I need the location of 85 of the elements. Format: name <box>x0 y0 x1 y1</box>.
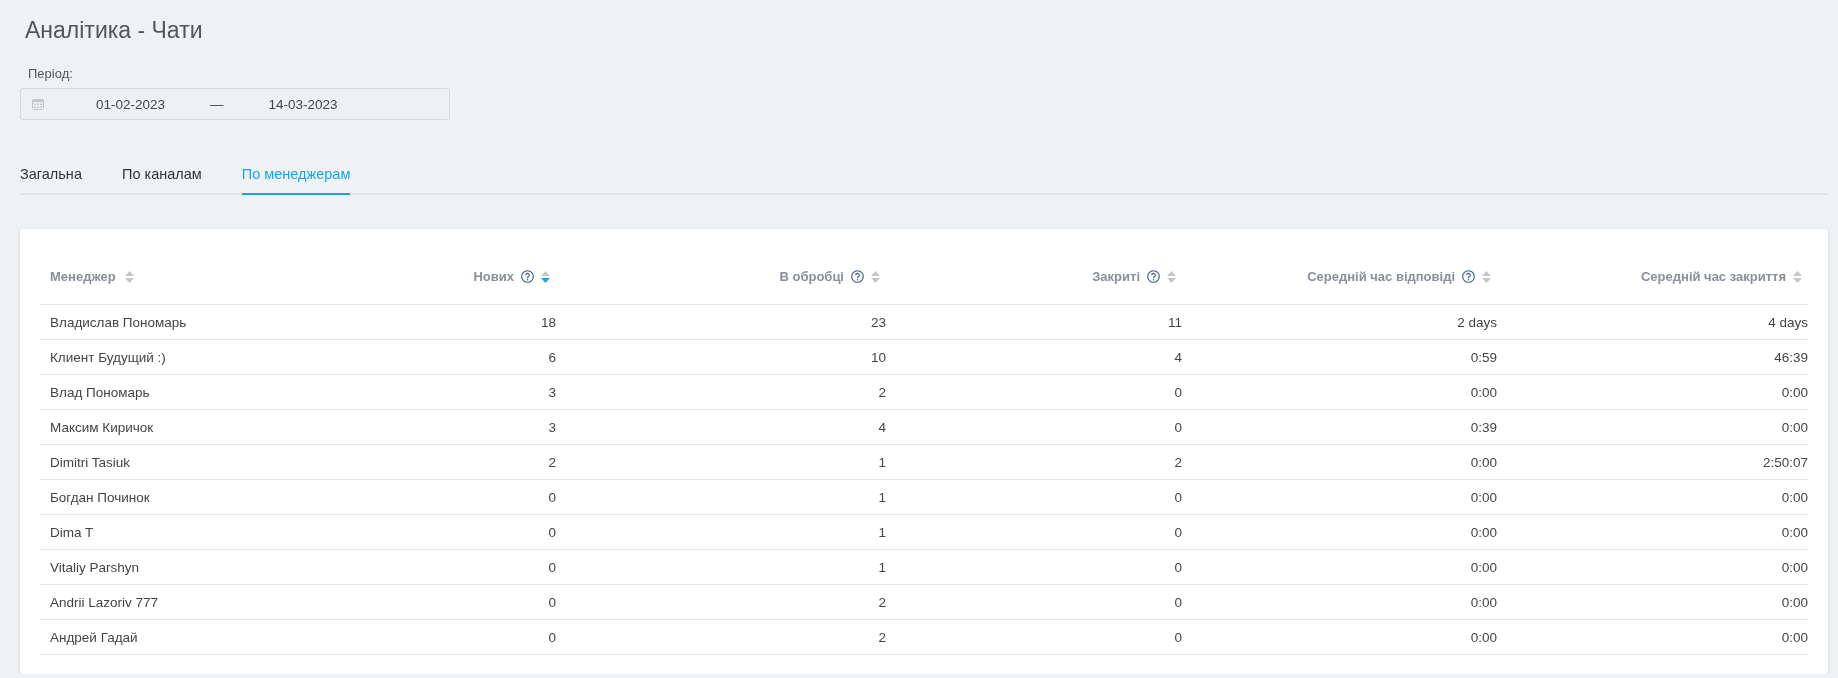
help-icon[interactable] <box>1147 270 1160 283</box>
sort-icon[interactable] <box>871 270 880 283</box>
table-cell: 0:00 <box>1497 550 1808 585</box>
table-cell: 0:00 <box>1497 375 1808 410</box>
column-header: В обробці <box>779 269 844 284</box>
table-cell: 0:39 <box>1182 410 1497 445</box>
table-cell: 0 <box>886 515 1182 550</box>
manager-name-cell: Vitaliy Parshyn <box>40 550 300 585</box>
table-cell: 3 <box>300 410 556 445</box>
table-cell: 0 <box>886 480 1182 515</box>
table-cell: 1 <box>556 480 886 515</box>
period-label: Період: <box>28 66 73 82</box>
table-cell: 0 <box>300 620 556 655</box>
tab[interactable]: По каналам <box>121 166 202 195</box>
manager-name-cell: Максим Киричок <box>40 410 300 445</box>
table-cell: 0:00 <box>1497 410 1808 445</box>
table-cell: 1 <box>556 515 886 550</box>
table-cell: 0 <box>300 515 556 550</box>
table-cell: 2 <box>556 585 886 620</box>
table-cell: 2 <box>300 445 556 480</box>
table-cell: 11 <box>886 305 1182 340</box>
table-cell: 3 <box>300 375 556 410</box>
sort-icon[interactable] <box>1482 270 1491 283</box>
page-title: Аналітика - Чати <box>25 16 204 44</box>
table-cell: 0 <box>886 585 1182 620</box>
table-cell: 10 <box>556 340 886 375</box>
sort-icon[interactable] <box>1167 270 1176 283</box>
manager-name-cell: Клиент Будущий :) <box>40 340 300 375</box>
table-cell: 0 <box>886 410 1182 445</box>
column-header: Середній час закриття <box>1641 269 1786 284</box>
date-separator: — <box>210 96 224 112</box>
table-cell: 0:00 <box>1497 620 1808 655</box>
table-cell: 0 <box>300 550 556 585</box>
table-cell: 0:00 <box>1497 515 1808 550</box>
table-cell: 0:00 <box>1497 480 1808 515</box>
table-cell: 0:00 <box>1182 585 1497 620</box>
help-icon[interactable] <box>851 270 864 283</box>
manager-name-cell: Богдан Починок <box>40 480 300 515</box>
table-cell: 0 <box>300 585 556 620</box>
sort-icon[interactable] <box>124 270 134 283</box>
table-cell: 0 <box>886 620 1182 655</box>
table-cell: 1 <box>556 550 886 585</box>
table-cell: 0:59 <box>1182 340 1497 375</box>
table-cell: 0 <box>886 375 1182 410</box>
calendar-icon <box>32 98 44 110</box>
table-cell: 4 days <box>1497 305 1808 340</box>
column-header: Закриті <box>1092 269 1140 284</box>
table-cell: 6 <box>300 340 556 375</box>
end-date: 14-03-2023 <box>268 96 338 112</box>
table-cell: 2 <box>556 620 886 655</box>
date-range-field[interactable]: 01-02-2023 — 14-03-2023 <box>20 88 450 120</box>
table-cell: 2 days <box>1182 305 1497 340</box>
table-cell: 18 <box>300 305 556 340</box>
start-date: 01-02-2023 <box>96 96 166 112</box>
table-cell: 4 <box>556 410 886 445</box>
manager-name-cell: Владислав Пономарь <box>40 305 300 340</box>
table-cell: 46:39 <box>1497 340 1808 375</box>
table-cell: 2 <box>886 445 1182 480</box>
manager-name-cell: Dimitri Tasiuk <box>40 445 300 480</box>
manager-name-cell: Влад Пономарь <box>40 375 300 410</box>
table-cell: 23 <box>556 305 886 340</box>
sort-icon[interactable] <box>1793 270 1802 283</box>
tab[interactable]: Загальна <box>20 166 82 195</box>
table-cell: 0:00 <box>1182 480 1497 515</box>
manager-name-cell: Andrii Lazoriv 777 <box>40 585 300 620</box>
manager-name-cell: Андрей Гадай <box>40 620 300 655</box>
table-cell: 2 <box>556 375 886 410</box>
table-cell: 2:50:07 <box>1497 445 1808 480</box>
table-cell: 0:00 <box>1182 515 1497 550</box>
table-cell: 0:00 <box>1497 585 1808 620</box>
help-icon[interactable] <box>1462 270 1475 283</box>
sort-icon[interactable] <box>541 270 550 283</box>
help-icon[interactable] <box>521 270 534 283</box>
column-header: Нових <box>473 269 514 284</box>
table-cell: 0:00 <box>1182 550 1497 585</box>
table-cell: 0:00 <box>1182 375 1497 410</box>
column-header: Менеджер <box>50 269 116 284</box>
column-header: Середній час відповіді <box>1307 269 1455 284</box>
manager-name-cell: Dima T <box>40 515 300 550</box>
table-cell: 0:00 <box>1182 620 1497 655</box>
table-cell: 0 <box>886 550 1182 585</box>
table-cell: 1 <box>556 445 886 480</box>
table-cell: 0:00 <box>1182 445 1497 480</box>
table-cell: 0 <box>300 480 556 515</box>
table-cell: 4 <box>886 340 1182 375</box>
